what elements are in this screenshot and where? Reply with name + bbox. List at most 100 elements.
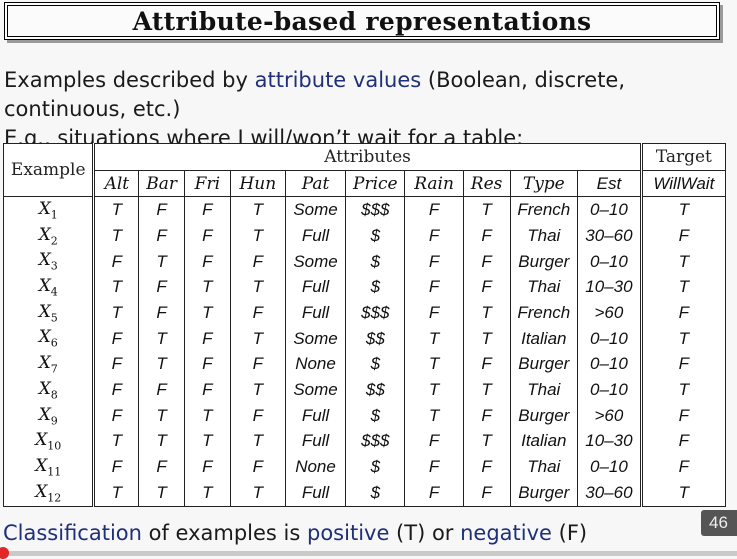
table-cell: F <box>93 454 140 480</box>
example-id-letter: X <box>38 378 51 399</box>
table-cell: 0–10 <box>577 325 642 352</box>
example-id-subscript: 10 <box>47 439 62 453</box>
target-cell: F <box>639 454 727 480</box>
table-cell: F <box>462 454 511 480</box>
table-cell: $ <box>345 454 406 480</box>
table-cell: 10–30 <box>577 428 642 455</box>
table-cell: 10–30 <box>577 274 642 301</box>
example-id-letter: X <box>38 404 51 425</box>
table-cell: T <box>183 300 231 326</box>
table-row: X1 T F F T Some $$$ F T French 0–10 T <box>2 196 727 224</box>
footer-text-part: (F) <box>551 521 588 545</box>
table-cell: F <box>462 402 511 429</box>
target-cell: T <box>639 196 727 224</box>
table-cell: 0–10 <box>577 351 642 378</box>
table-cell: F <box>229 454 286 480</box>
attribute-table: Example Attributes Target Alt Bar Fri Hun Pa… <box>2 142 727 507</box>
table-cell: F <box>229 300 286 326</box>
table-cell: F <box>183 248 231 275</box>
table-cell: F <box>404 479 464 507</box>
table-cell: T <box>229 223 286 249</box>
table-cell: F <box>404 274 464 301</box>
table-cell: T <box>229 196 286 224</box>
table-cell: 0–10 <box>577 454 642 480</box>
table-cell: T <box>183 428 231 455</box>
table-row: X9 F T T F Full $ T F Burger >60 F <box>2 402 727 429</box>
table-cell: F <box>183 377 231 403</box>
footer-text: Classification of examples is positive (… <box>3 521 587 545</box>
table-cell: French <box>509 196 579 224</box>
table-row: X6 F T F T Some $$ T T Italian 0–10 T <box>2 325 727 352</box>
table-cell: T <box>183 479 231 507</box>
table-cell: Some <box>284 325 347 352</box>
example-id: X4 <box>2 274 96 301</box>
classification-term: Classification <box>3 521 142 545</box>
table-cell: Thai <box>509 377 579 403</box>
table-cell: $$ <box>345 377 406 403</box>
target-cell: F <box>639 428 727 455</box>
example-id-subscript: 1 <box>50 208 58 222</box>
table-cell: French <box>509 300 579 326</box>
footer-text-part: of examples is <box>141 521 307 545</box>
table-cell: 30–60 <box>577 223 642 249</box>
footer-text-part: (T) or <box>389 521 461 545</box>
example-id-subscript: 6 <box>50 336 58 350</box>
attribute-name-header: Price <box>345 169 406 198</box>
table-cell: Thai <box>509 274 579 301</box>
table-cell: T <box>183 274 231 301</box>
example-id-letter: X <box>38 224 51 245</box>
table-cell: F <box>229 248 286 275</box>
table-cell: F <box>462 223 511 249</box>
table-cell: F <box>462 274 511 301</box>
attribute-name-header: Est <box>577 169 642 198</box>
example-id-letter: X <box>35 430 48 451</box>
table-cell: Full <box>284 479 347 507</box>
table-cell: F <box>183 196 231 224</box>
example-header: Example <box>2 142 96 198</box>
example-id-letter: X <box>38 301 51 322</box>
table-cell: F <box>183 223 231 249</box>
table-cell: $ <box>345 479 406 507</box>
video-progress-bar[interactable] <box>0 547 737 559</box>
table-cell: Italian <box>509 428 579 455</box>
table-cell: Burger <box>509 351 579 378</box>
table-cell: None <box>284 454 347 480</box>
table-cell: F <box>229 351 286 378</box>
page-number-badge: 46 <box>701 510 737 536</box>
intro-text-part: Examples described by <box>4 68 255 92</box>
target-cell: T <box>639 325 727 352</box>
example-id: X7 <box>2 351 96 378</box>
table-row: X10 T T T T Full $$$ F T Italian 10–30 F <box>2 428 727 455</box>
target-cell: T <box>639 248 727 275</box>
table-cell: F <box>93 325 140 352</box>
table-cell: F <box>138 274 185 301</box>
attribute-name-header: Bar <box>138 169 185 198</box>
table-cell: T <box>462 428 511 455</box>
table-cell: $$$ <box>345 428 406 455</box>
table-cell: Burger <box>509 402 579 429</box>
table-cell: >60 <box>577 300 642 326</box>
table-cell: F <box>138 300 185 326</box>
table-cell: $$$ <box>345 300 406 326</box>
table-cell: T <box>404 325 464 352</box>
table-cell: F <box>138 377 185 403</box>
table-cell: T <box>229 274 286 301</box>
table-cell: 0–10 <box>577 196 642 224</box>
attribute-name-header: Fri <box>183 169 231 198</box>
table-cell: T <box>93 479 140 507</box>
example-id-subscript: 9 <box>50 413 58 427</box>
example-id: X3 <box>2 248 96 275</box>
table-row: X5 T F T F Full $$$ F T French >60 F <box>2 300 727 326</box>
attributes-header: Attributes <box>93 143 642 171</box>
table-cell: T <box>462 196 511 224</box>
table-cell: T <box>229 377 286 403</box>
table-cell: $ <box>345 402 406 429</box>
example-id: X10 <box>2 428 96 455</box>
progress-scrubber-handle[interactable] <box>0 547 9 559</box>
table-cell: Full <box>284 300 347 326</box>
table-cell: 0–10 <box>577 377 642 403</box>
table-cell: T <box>183 402 231 429</box>
example-id: X5 <box>2 300 96 326</box>
slide-title-box: Attribute-based representations <box>4 2 720 40</box>
example-id-subscript: 12 <box>47 490 62 504</box>
